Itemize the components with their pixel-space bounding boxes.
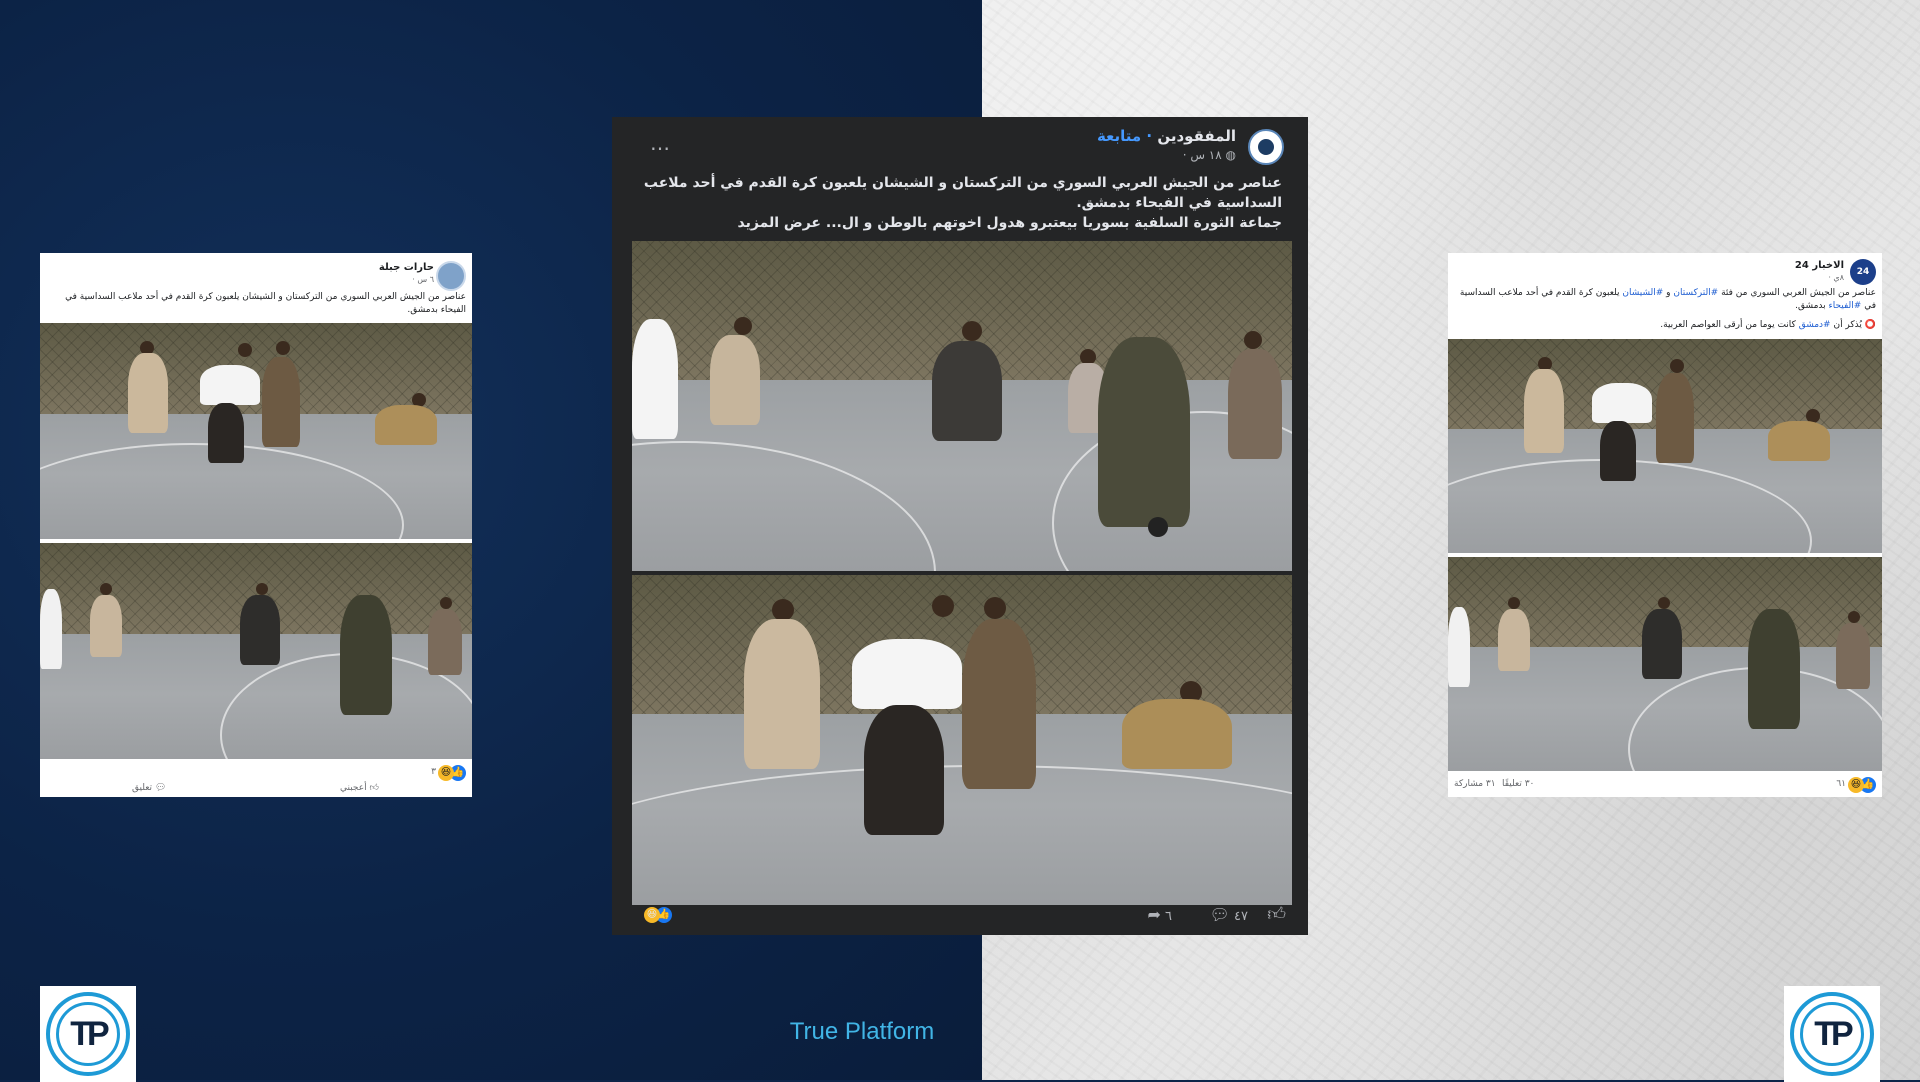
center-post-header: المفقودين · متابعة bbox=[1097, 127, 1236, 145]
hashtag-link[interactable]: #التركستان bbox=[1673, 288, 1718, 298]
right-post-avatar[interactable]: 24 bbox=[1850, 259, 1876, 285]
thumbs-up-icon: 👍︎ bbox=[1267, 904, 1286, 925]
right-post-note: ⭕ يُذكر أن #دمشق كانت يوما من أرقى العوا… bbox=[1456, 319, 1876, 332]
center-post-text-line2-body: جماعة الثورة السلفية بسوريا بيعتبرو هدول… bbox=[825, 215, 1282, 231]
left-post-text: عناصر من الجيش العربي السوري من التركستا… bbox=[65, 292, 466, 315]
left-post-comment-label: تعليق bbox=[132, 783, 153, 793]
right-post-text-part: و bbox=[1663, 288, 1674, 298]
right-post-text-part: بدمشق. bbox=[1795, 301, 1829, 311]
left-post: حارات جبلة ٦ س · عناصر من الجيش العربي ا… bbox=[40, 253, 472, 797]
right-post-photo-1[interactable] bbox=[1448, 339, 1882, 553]
right-post-haha-reaction-icon: 😆 bbox=[1848, 777, 1864, 793]
center-post-author[interactable]: المفقودين bbox=[1157, 127, 1236, 145]
left-post-haha-reaction-icon: 😆 bbox=[438, 765, 454, 781]
left-post-reactions-count: ٣ bbox=[431, 767, 436, 777]
center-post-comment-button[interactable]: 💬︎ ٤٧ bbox=[1210, 905, 1248, 924]
center-post-text: عناصر من الجيش العربي السوري من التركستا… bbox=[642, 173, 1282, 233]
right-post-text: عناصر من الجيش العربي السوري من فئة #الت… bbox=[1456, 287, 1876, 313]
share-icon: ➦ bbox=[1147, 905, 1161, 924]
center-post-footer: 👍 😆 👍︎ 💬︎ ٤٧ ➦ ٦ bbox=[612, 895, 1308, 935]
comment-icon: 💬︎ bbox=[1209, 905, 1230, 924]
left-post-author[interactable]: حارات جبلة bbox=[379, 262, 434, 273]
hashtag-link[interactable]: #الفيحاء bbox=[1828, 301, 1861, 311]
left-post-photo-2[interactable] bbox=[40, 543, 472, 759]
right-post-note-part: يُذكر أن bbox=[1830, 320, 1862, 330]
globe-icon: ◍ bbox=[1225, 148, 1236, 162]
right-post-comments-count[interactable]: ٣٠ تعليقًا bbox=[1502, 779, 1534, 789]
center-post-time: ◍ ١٨ س · bbox=[1183, 148, 1236, 162]
right-post-shares-count[interactable]: ٣١ مشاركة bbox=[1454, 779, 1496, 789]
center-post-comments-count: ٤٧ bbox=[1234, 909, 1248, 924]
left-post-time: ٦ س · bbox=[412, 275, 434, 284]
hashtag-link[interactable]: #الشيشان bbox=[1622, 288, 1663, 298]
center-post-shares-count: ٦ bbox=[1165, 909, 1172, 924]
right-post-time: ٨ي · bbox=[1828, 273, 1844, 282]
red-circle-icon: ⭕ bbox=[1864, 320, 1876, 330]
center-post: المفقودين · متابعة ◍ ١٨ س · … عناصر من ا… bbox=[612, 117, 1308, 935]
comment-icon: 💬︎ bbox=[154, 783, 167, 793]
center-post-share-button[interactable]: ➦ ٦ bbox=[1147, 905, 1172, 924]
right-post-note-part: كانت يوما من أرقى العواصم العربية. bbox=[1660, 320, 1799, 330]
true-platform-logo-right: TP bbox=[1784, 986, 1880, 1082]
brand-text: True Platform bbox=[789, 1018, 935, 1045]
right-post-reactions-count: ٦١ bbox=[1836, 779, 1846, 789]
center-post-text-line2: جماعة الثورة السلفية بسوريا بيعتبرو هدول… bbox=[642, 213, 1282, 233]
right-post-author[interactable]: الاخبار 24 bbox=[1795, 260, 1844, 271]
center-post-text-line1: عناصر من الجيش العربي السوري من التركستا… bbox=[643, 175, 1282, 211]
center-post-photo-2[interactable] bbox=[632, 575, 1292, 905]
left-post-avatar[interactable] bbox=[436, 261, 466, 291]
right-post-photo-2[interactable] bbox=[1448, 557, 1882, 771]
haha-reaction-icon: 😆 bbox=[644, 907, 660, 923]
logo-text: TP bbox=[1800, 1002, 1864, 1066]
thumbs-up-icon: 👍︎ bbox=[369, 783, 379, 793]
right-post: 24 الاخبار 24 ٨ي · عناصر من الجيش العربي… bbox=[1448, 253, 1882, 797]
center-post-avatar[interactable] bbox=[1248, 129, 1284, 165]
right-post-text-part: عناصر من الجيش العربي السوري من فئة bbox=[1718, 288, 1876, 298]
see-more-link[interactable]: عرض المزيد bbox=[738, 215, 821, 231]
hashtag-link[interactable]: #دمشق bbox=[1799, 320, 1831, 330]
center-post-photo-1[interactable] bbox=[632, 241, 1292, 571]
center-post-follow-link[interactable]: · متابعة bbox=[1097, 127, 1152, 145]
true-platform-logo-left: TP bbox=[40, 986, 136, 1082]
left-post-photo-1[interactable] bbox=[40, 323, 472, 539]
center-post-time-text: ١٨ س · bbox=[1182, 148, 1222, 162]
center-post-like-button[interactable]: 👍︎ bbox=[1267, 903, 1286, 925]
left-post-like-label: أعجبني bbox=[340, 783, 367, 793]
logo-text: TP bbox=[56, 1002, 120, 1066]
left-post-comment-button[interactable]: 💬︎ تعليق bbox=[132, 783, 166, 793]
more-options-icon[interactable]: … bbox=[650, 131, 670, 155]
left-post-like-button[interactable]: 👍︎ أعجبني bbox=[340, 783, 379, 793]
